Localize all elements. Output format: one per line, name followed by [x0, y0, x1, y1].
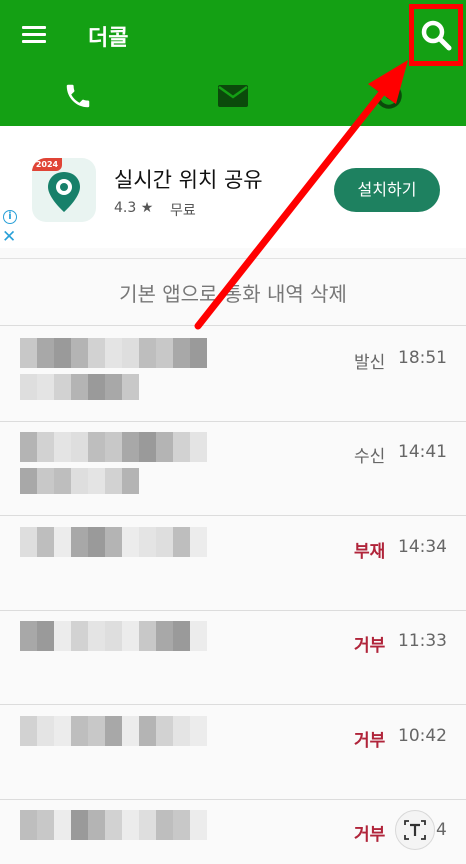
- call-time: 4: [436, 820, 447, 840]
- search-button[interactable]: [409, 4, 463, 66]
- call-time: 18:51: [398, 348, 447, 368]
- call-status: 거부: [354, 731, 386, 751]
- text-recognition-button[interactable]: [395, 810, 435, 850]
- row-divider: [0, 704, 466, 705]
- call-time: 11:33: [398, 631, 447, 651]
- search-icon: [421, 20, 452, 51]
- text-scan-icon: [404, 820, 426, 840]
- call-status: 거부: [354, 636, 386, 656]
- call-status: 발신: [354, 353, 386, 373]
- ad-app-icon[interactable]: 2024: [32, 158, 96, 222]
- call-time: 10:42: [398, 726, 447, 746]
- app-title: 더콜: [88, 26, 129, 51]
- ad-info-icon[interactable]: i: [3, 210, 17, 224]
- call-log-row[interactable]: 발신 18:51: [0, 328, 466, 422]
- ad-title[interactable]: 실시간 위치 공유: [114, 164, 263, 194]
- row-divider: [0, 515, 466, 516]
- tab-history[interactable]: [368, 78, 408, 114]
- call-log-row[interactable]: 거부 11:33: [0, 611, 466, 705]
- call-log-row[interactable]: 거부 10:42: [0, 706, 466, 800]
- location-pin-icon: [48, 172, 80, 212]
- install-button[interactable]: 설치하기: [334, 168, 440, 212]
- call-time: 14:34: [398, 537, 447, 557]
- tab-messages[interactable]: [213, 78, 253, 114]
- call-time: 14:41: [398, 442, 447, 462]
- call-status: 수신: [354, 447, 386, 467]
- ad-close-icon[interactable]: ✕: [2, 228, 16, 246]
- delete-history-button[interactable]: 기본 앱으로 통화 내역 삭제: [0, 258, 466, 326]
- envelope-icon: [218, 85, 248, 107]
- call-log-row[interactable]: 수신 14:41: [0, 422, 466, 516]
- ad-price: 무료: [170, 203, 196, 219]
- call-status: 거부: [354, 825, 386, 845]
- call-status: 부재: [354, 542, 386, 562]
- ad-rating: 4.3 ★: [114, 200, 154, 216]
- app-bar: 더콜: [0, 0, 466, 126]
- hamburger-menu-icon[interactable]: [22, 26, 46, 44]
- tab-calls[interactable]: [58, 78, 98, 114]
- call-log-row[interactable]: 부재 14:34: [0, 517, 466, 611]
- ad-banner[interactable]: 2024 실시간 위치 공유 4.3 ★ 무료 설치하기 i ✕: [0, 126, 466, 248]
- history-icon: [374, 82, 402, 109]
- phone-icon: [66, 84, 90, 108]
